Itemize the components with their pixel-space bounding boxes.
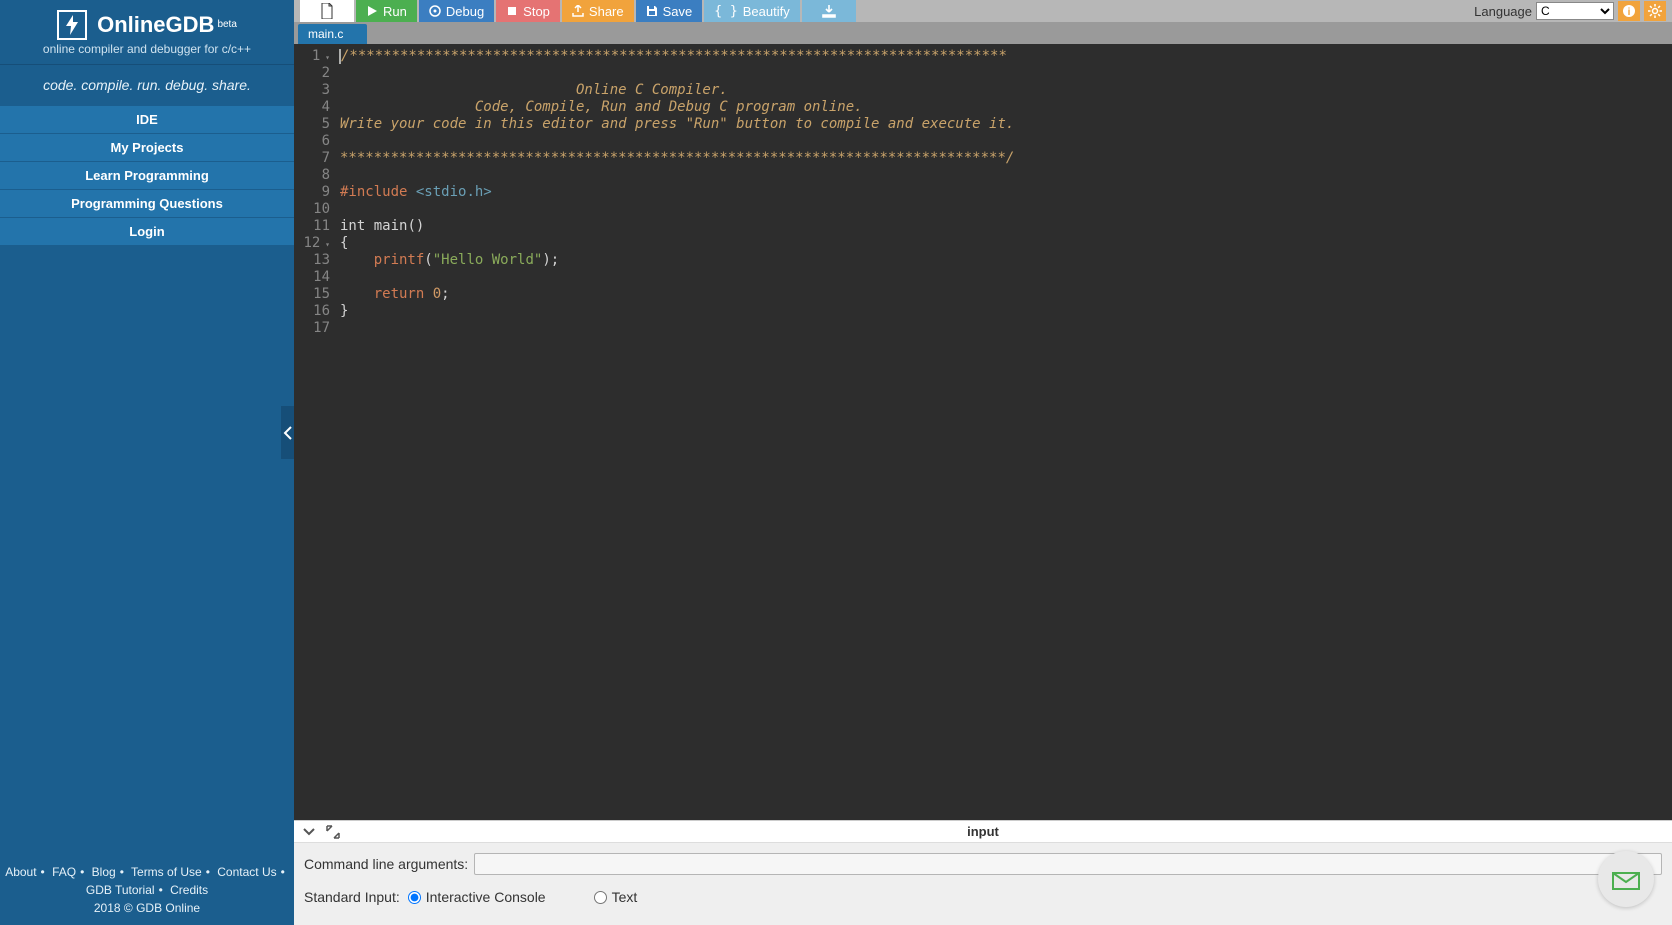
sidebar-nav: IDE My Projects Learn Programming Progra… bbox=[0, 105, 294, 245]
run-button[interactable]: Run bbox=[356, 0, 417, 22]
footer-gdb-tutorial[interactable]: GDB Tutorial bbox=[86, 883, 155, 897]
brand-subtitle: online compiler and debugger for c/c++ bbox=[0, 42, 294, 64]
footer: About• FAQ• Blog• Terms of Use• Contact … bbox=[0, 857, 294, 925]
chat-button[interactable] bbox=[1598, 851, 1654, 907]
target-icon bbox=[429, 5, 441, 17]
settings-button[interactable] bbox=[1644, 1, 1666, 21]
beta-label: beta bbox=[217, 19, 236, 30]
save-icon bbox=[646, 5, 658, 17]
stdin-radio-text[interactable]: Text bbox=[594, 889, 638, 905]
play-icon bbox=[366, 5, 378, 17]
stop-icon bbox=[506, 5, 518, 17]
stop-button[interactable]: Stop bbox=[496, 0, 560, 22]
editor-tab-main[interactable]: main.c bbox=[298, 24, 367, 44]
toolbar: Run Debug Stop Share Save { } Beautify bbox=[294, 0, 1672, 22]
beautify-button[interactable]: { } Beautify bbox=[704, 0, 799, 22]
code-editor[interactable]: 1234567891011121314151617 /*************… bbox=[294, 44, 1672, 820]
logo: OnlineGDBbeta bbox=[0, 0, 294, 42]
bottom-panel-title: input bbox=[967, 824, 999, 839]
info-button[interactable]: i bbox=[1618, 1, 1640, 21]
nav-programming-questions[interactable]: Programming Questions bbox=[0, 189, 294, 217]
expand-icon[interactable] bbox=[326, 825, 340, 839]
editor-gutter: 1234567891011121314151617 bbox=[294, 44, 336, 820]
tagline: code. compile. run. debug. share. bbox=[0, 65, 294, 105]
chevron-left-icon bbox=[283, 426, 293, 440]
nav-my-projects[interactable]: My Projects bbox=[0, 133, 294, 161]
nav-ide[interactable]: IDE bbox=[0, 105, 294, 133]
bolt-icon bbox=[57, 10, 87, 40]
stdin-label: Standard Input: bbox=[304, 889, 400, 905]
svg-text:i: i bbox=[1628, 7, 1631, 18]
download-icon bbox=[822, 4, 836, 18]
editor-code[interactable]: /***************************************… bbox=[336, 44, 1014, 820]
footer-contact[interactable]: Contact Us bbox=[217, 865, 276, 879]
envelope-icon bbox=[1611, 867, 1641, 891]
language-select[interactable]: C bbox=[1536, 2, 1614, 20]
footer-faq[interactable]: FAQ bbox=[52, 865, 76, 879]
new-file-button[interactable] bbox=[300, 0, 354, 22]
gear-icon bbox=[1648, 4, 1662, 18]
collapse-down-icon[interactable] bbox=[302, 825, 316, 839]
debug-button[interactable]: Debug bbox=[419, 0, 494, 22]
info-icon: i bbox=[1622, 4, 1636, 18]
editor-tabbar: main.c bbox=[294, 22, 1672, 44]
braces-icon: { } bbox=[714, 4, 737, 19]
share-button[interactable]: Share bbox=[562, 0, 634, 22]
download-button[interactable] bbox=[802, 0, 856, 22]
copyright: 2018 © GDB Online bbox=[4, 899, 290, 917]
nav-learn-programming[interactable]: Learn Programming bbox=[0, 161, 294, 189]
cmdline-input[interactable] bbox=[474, 853, 1662, 875]
bottom-panel: input Command line arguments: Standard I… bbox=[294, 820, 1672, 925]
footer-terms[interactable]: Terms of Use bbox=[131, 865, 202, 879]
save-button[interactable]: Save bbox=[636, 0, 703, 22]
language-label: Language bbox=[1474, 4, 1532, 19]
cmdline-label: Command line arguments: bbox=[304, 856, 474, 872]
footer-credits[interactable]: Credits bbox=[170, 883, 208, 897]
sidebar: OnlineGDBbeta online compiler and debugg… bbox=[0, 0, 294, 925]
nav-login[interactable]: Login bbox=[0, 217, 294, 245]
share-icon bbox=[572, 5, 584, 17]
footer-blog[interactable]: Blog bbox=[92, 865, 116, 879]
main-area: Run Debug Stop Share Save { } Beautify bbox=[294, 0, 1672, 925]
stdin-radio-interactive[interactable]: Interactive Console bbox=[408, 889, 546, 905]
brand-name: OnlineGDB bbox=[97, 12, 214, 37]
footer-about[interactable]: About bbox=[5, 865, 36, 879]
sidebar-collapse-handle[interactable] bbox=[281, 406, 294, 459]
